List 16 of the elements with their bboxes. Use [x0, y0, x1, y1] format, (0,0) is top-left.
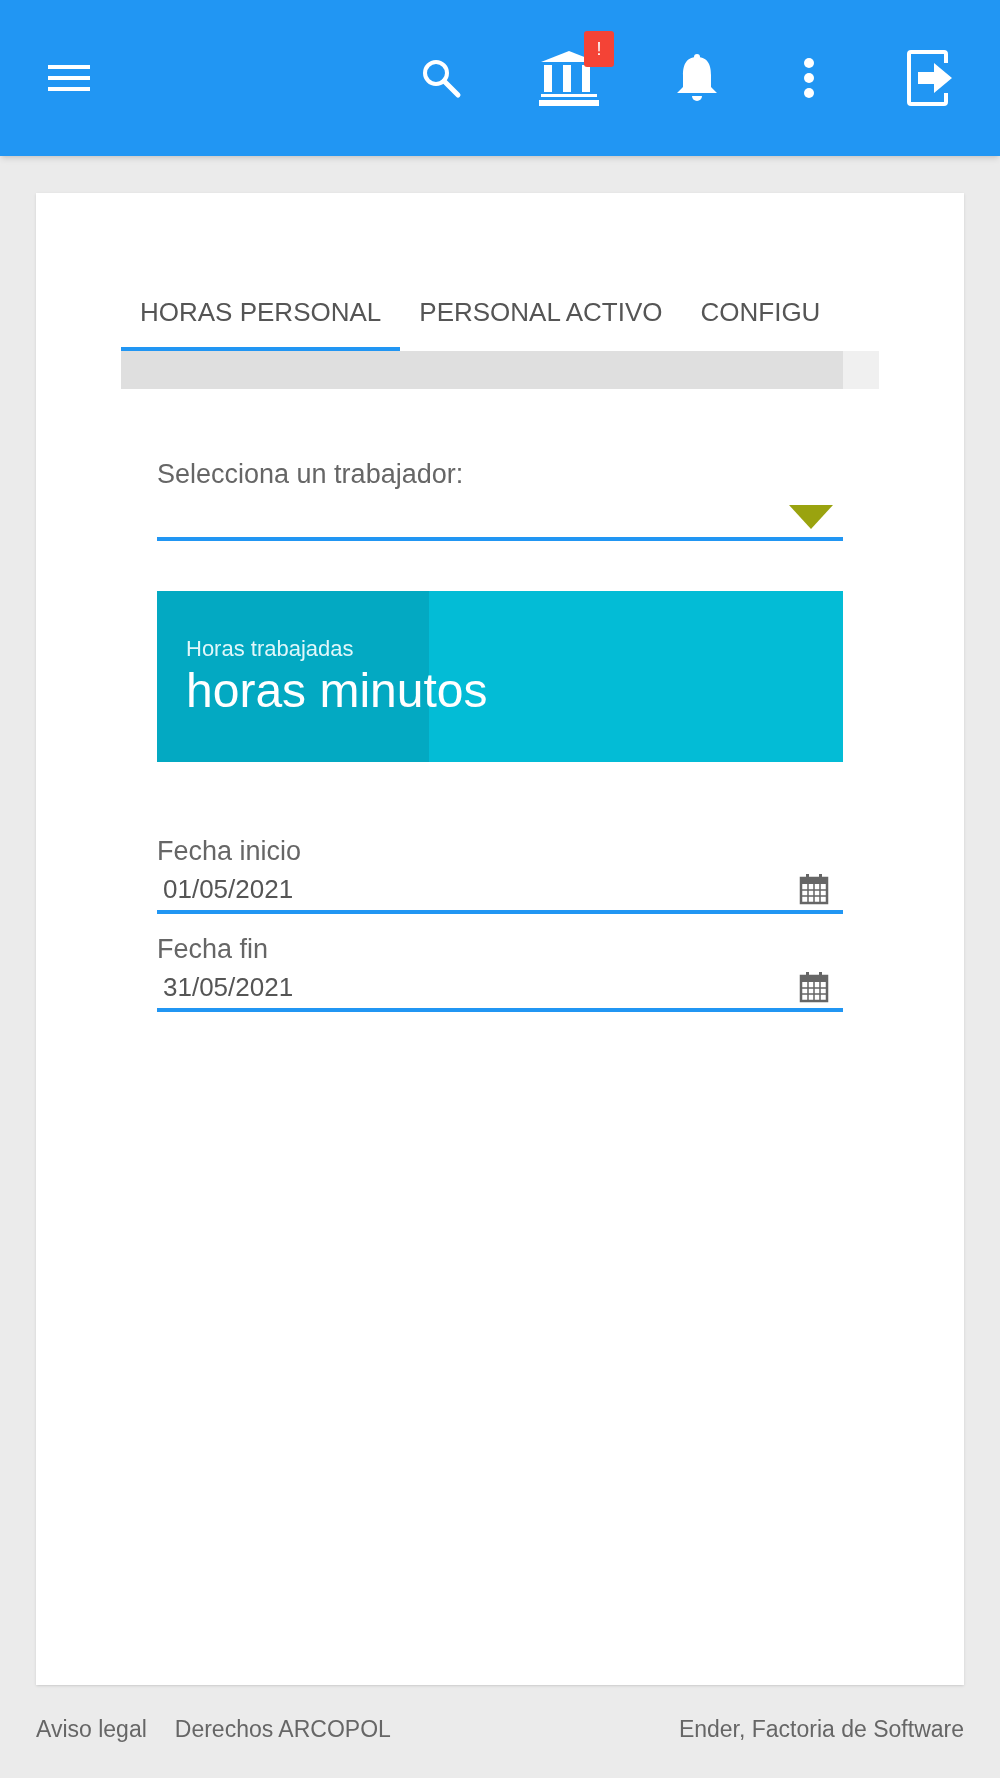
tab[interactable]: PERSONAL ACTIVO: [400, 277, 682, 351]
field-label: Fecha fin: [157, 933, 270, 966]
notification-badge: !: [584, 31, 614, 67]
card-value: horas minutos: [186, 662, 489, 719]
date-field[interactable]: 01/05/2021: [157, 868, 843, 914]
date-field[interactable]: 31/05/2021: [157, 966, 843, 1012]
credit-text: Ender, Factoria de Software: [678, 1714, 964, 1744]
field-label: Selecciona un trabajador:: [157, 458, 465, 491]
dropdown-arrow-icon: [789, 505, 833, 529]
tab[interactable]: CONFIGU: [681, 277, 840, 351]
calendar-icon[interactable]: [799, 971, 829, 1003]
card-caption: Horas trabajadas: [186, 634, 355, 663]
calendar-icon[interactable]: [799, 873, 829, 905]
footer-link[interactable]: Derechos ARCOPOL: [174, 1711, 391, 1747]
footer-link[interactable]: Aviso legal: [36, 1711, 147, 1747]
field-label: Fecha inicio: [157, 835, 303, 868]
